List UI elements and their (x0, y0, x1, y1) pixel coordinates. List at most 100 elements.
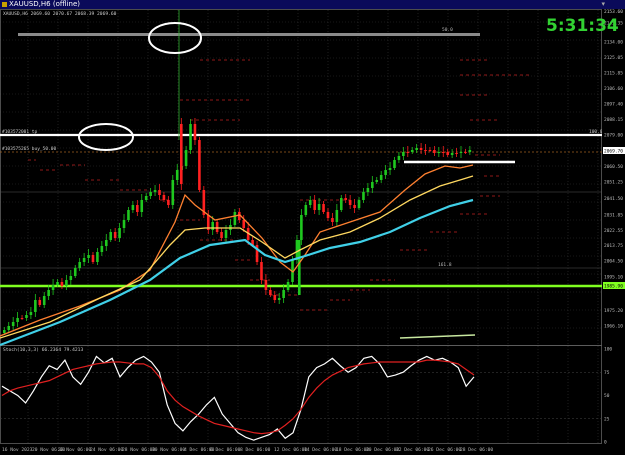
candle-body (375, 180, 379, 182)
candle-body (366, 188, 370, 192)
price-axis-label: 2013.75 (604, 243, 623, 249)
candle-body (175, 170, 179, 180)
white-level-right-label: 100.0 (589, 129, 603, 135)
candle-body (300, 215, 303, 240)
candle-body (131, 205, 135, 210)
price-axis-label: 2079.00 (604, 133, 623, 139)
candle-body (406, 152, 410, 153)
candle-body (388, 168, 392, 170)
candle-body (317, 204, 321, 210)
candle-body (353, 205, 356, 208)
price-axis-label: 2115.85 (604, 70, 623, 76)
price-axis-label: 2106.60 (604, 86, 623, 92)
candle-body (220, 232, 223, 238)
candle-body (118, 228, 121, 238)
date-axis-label: 12 Dec 06:00 (274, 447, 307, 453)
date-axis-label: 22 Dec 06:00 (396, 447, 429, 453)
price-axis-label: 2088.15 (604, 117, 623, 123)
candle-body (419, 148, 423, 150)
candle-body (140, 200, 144, 212)
slope-line (399, 334, 476, 339)
candle-body (331, 218, 334, 222)
price-pane-border (0, 9, 602, 346)
candle-body (304, 205, 308, 215)
candle-body (233, 212, 237, 225)
candle-body (184, 150, 188, 166)
white-level-label: #103572001 tp (2, 129, 38, 135)
current-price-value: 2069.70 (604, 149, 623, 155)
date-axis-label: 6 Dec 06:00 (210, 447, 241, 453)
candle-body (269, 290, 272, 295)
candle-body (437, 152, 441, 153)
date-axis-label: 8 Dec 06:00 (240, 447, 271, 453)
candle-body (450, 153, 454, 155)
stoch-axis-label: 100 (604, 347, 612, 353)
date-axis-label: 26 Dec 06:00 (428, 447, 461, 453)
candle-body (308, 200, 312, 205)
date-axis-label: 30 Nov 06:00 (152, 447, 185, 453)
candle-body (104, 240, 108, 246)
price-axis-label: 2097.40 (604, 102, 623, 108)
annotation-ellipse-top[interactable] (148, 22, 202, 54)
candle-body (397, 156, 401, 160)
stoch-signal-line (1, 359, 475, 435)
candle-body (339, 198, 343, 210)
candle-body (42, 296, 46, 305)
candle-body (402, 152, 405, 156)
candle-body (73, 268, 77, 276)
candle-body (47, 290, 50, 296)
candle-body (286, 282, 290, 290)
candle-body (433, 150, 436, 153)
countdown-timer: 5:31:34 (546, 16, 619, 36)
candle-body (167, 200, 170, 205)
candle-body (344, 198, 348, 200)
candle-body (96, 252, 99, 262)
price-axis-label: 2041.50 (604, 196, 623, 202)
small-level-label-1: 161.8 (438, 262, 452, 268)
green-price-value: 1985.90 (604, 284, 623, 290)
date-axis-label: 14 Dec 06:00 (304, 447, 337, 453)
candle-body (242, 220, 246, 228)
stoch-pane-border (0, 345, 602, 444)
candle-body (38, 300, 42, 305)
candle-body (298, 240, 301, 295)
candle-body (362, 192, 365, 200)
chart-header: XAUUSD,H6 2069.60 2070.67 2068.39 2069.6… (3, 11, 117, 17)
candle-body (69, 276, 73, 280)
candle-body (34, 300, 37, 312)
candle-body (455, 153, 458, 154)
stoch-axis-label: 25 (604, 416, 610, 422)
candle-body (149, 192, 152, 196)
price-axis-label: 1966.10 (604, 324, 623, 330)
candle-body (82, 258, 86, 262)
candle-body (16, 318, 19, 322)
candle-body (384, 170, 387, 175)
candle-body (65, 280, 68, 286)
candle-body (193, 124, 197, 140)
candle-body (468, 150, 472, 152)
candle-body (322, 204, 325, 212)
date-axis-label: 16 Nov 2023 (2, 447, 33, 453)
candle-body (264, 280, 268, 290)
gray-level-label: 50.0 (442, 27, 453, 33)
gray-level-line[interactable] (18, 33, 480, 36)
ma-fast-line (0, 164, 474, 337)
candle-body (313, 200, 316, 210)
chart-canvas[interactable]: 50.0 #103572001 tp 100.0 #103575265 buy_… (0, 0, 625, 455)
candle-body (224, 230, 228, 238)
candle-body (136, 205, 139, 212)
candle-body (198, 140, 201, 190)
candle-body (20, 318, 24, 319)
candle-body (60, 282, 64, 286)
date-axis-label: 20 Dec 06:00 (366, 447, 399, 453)
candle-body (393, 160, 396, 168)
candle-body (87, 255, 90, 258)
candle-body (109, 232, 113, 240)
stochastic-lines (0, 355, 602, 441)
price-axis-label: 2031.85 (604, 212, 623, 218)
chart-window[interactable]: XAUUSD,H6 (offline) ▾ 50.0 #103572001 tp… (0, 0, 625, 455)
stoch-axis-label: 50 (604, 393, 610, 399)
annotation-ellipse-left[interactable] (78, 123, 134, 151)
date-axis-label: 24 Nov 06:00 (90, 447, 123, 453)
candle-body (464, 152, 467, 153)
